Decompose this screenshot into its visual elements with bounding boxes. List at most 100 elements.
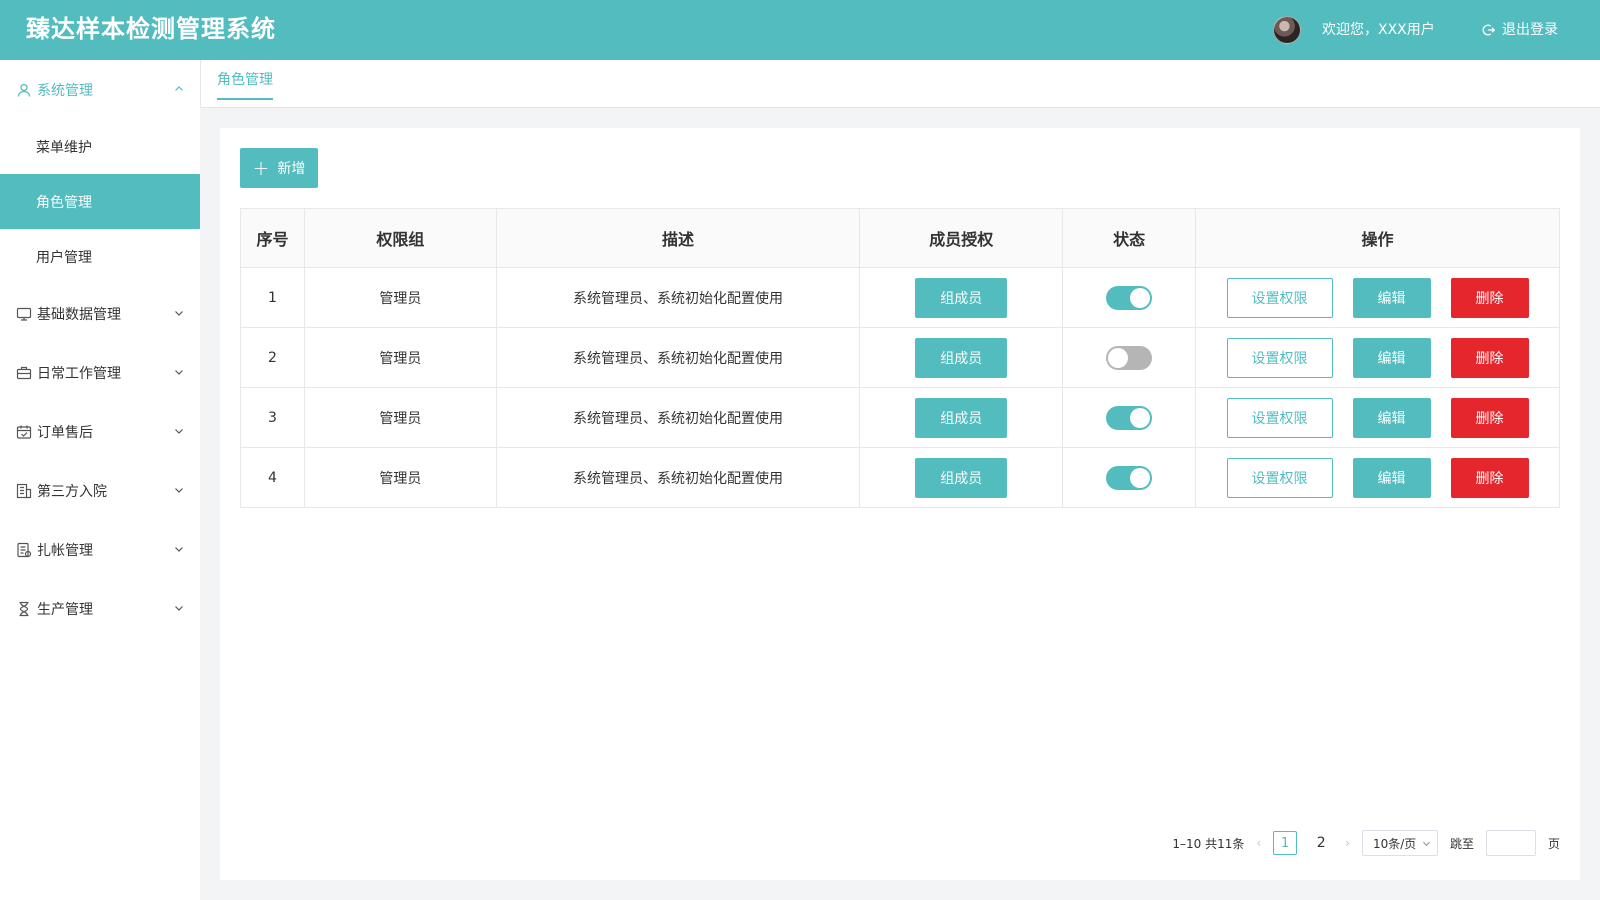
tab-role-management[interactable]: 角色管理 — [217, 70, 273, 100]
delete-button[interactable]: 删除 — [1450, 397, 1529, 438]
header-group: 权限组 — [303, 208, 497, 268]
roles-table: 序号 权限组 描述 成员授权 状态 操作 1 管理员 系统管理员、系统初始化配置… — [240, 208, 1560, 508]
members-button[interactable]: 组成员 — [915, 277, 1008, 318]
page-2[interactable]: 2 — [1309, 831, 1333, 855]
sidebar-item-label: 日常工作管理 — [37, 365, 121, 382]
header-status: 状态 — [1062, 208, 1197, 268]
cell-group: 管理员 — [303, 447, 497, 508]
logout-icon — [1482, 24, 1496, 36]
sidebar-item-basic-data[interactable]: 基础数据管理 — [0, 284, 200, 343]
delete-button[interactable]: 删除 — [1450, 277, 1529, 318]
chevron-down-icon — [175, 488, 183, 493]
sidebar-subitem-roles[interactable]: 角色管理 — [0, 174, 200, 229]
next-page-icon[interactable]: › — [1345, 836, 1350, 850]
cell-group: 管理员 — [303, 267, 497, 328]
sidebar-item-label: 系统管理 — [37, 82, 93, 99]
sidebar-item-label: 订单售后 — [37, 424, 93, 441]
sidebar-item-orders[interactable]: 订单售后 — [0, 402, 200, 461]
set-permissions-button[interactable]: 设置权限 — [1226, 457, 1333, 498]
edit-button[interactable]: 编辑 — [1352, 397, 1431, 438]
jump-page-input[interactable] — [1485, 830, 1536, 856]
add-button[interactable]: + 新增 — [240, 148, 318, 188]
members-button[interactable]: 组成员 — [915, 337, 1008, 378]
cell-description: 系统管理员、系统初始化配置使用 — [495, 447, 861, 508]
chevron-down-icon — [175, 311, 183, 316]
page-size-select[interactable]: 10条/页 — [1361, 830, 1438, 856]
header-description: 描述 — [495, 208, 861, 268]
hourglass-icon — [16, 601, 32, 617]
calendar-icon — [16, 424, 32, 440]
logout-button[interactable]: 退出登录 — [1482, 20, 1558, 40]
app-title: 臻达样本检测管理系统 — [26, 15, 276, 43]
ledger-icon — [16, 542, 32, 558]
sidebar-item-third-party[interactable]: 第三方入院 — [0, 461, 200, 520]
cell-description: 系统管理员、系统初始化配置使用 — [495, 327, 861, 388]
edit-button[interactable]: 编辑 — [1352, 277, 1431, 318]
monitor-icon — [16, 306, 32, 322]
briefcase-icon — [16, 365, 32, 381]
pagination-summary: 1–10 共11条 — [1172, 836, 1245, 851]
toggle-knob — [1130, 287, 1151, 308]
sidebar-item-label: 基础数据管理 — [37, 306, 121, 323]
main-content: + 新增 序号 权限组 描述 成员授权 状态 操作 1 管理员 系统管理员、系统… — [220, 128, 1580, 880]
header-member-auth: 成员授权 — [859, 208, 1064, 268]
header-index: 序号 — [240, 208, 305, 268]
table-header-row: 序号 权限组 描述 成员授权 状态 操作 — [240, 208, 1560, 268]
members-button[interactable]: 组成员 — [915, 457, 1008, 498]
cell-group: 管理员 — [303, 327, 497, 388]
page-suffix: 页 — [1547, 836, 1560, 851]
chevron-down-icon — [1422, 841, 1431, 846]
pagination: 1–10 共11条 ‹ 1 2 › 10条/页 跳至 页 — [1160, 830, 1560, 856]
sidebar-item-label: 扎帐管理 — [37, 542, 93, 559]
toggle-knob — [1130, 467, 1151, 488]
welcome-text: 欢迎您，XXX用户 — [1322, 22, 1435, 38]
set-permissions-button[interactable]: 设置权限 — [1226, 397, 1333, 438]
sidebar-item-label: 第三方入院 — [37, 483, 107, 500]
sidebar: 系统管理 菜单维护 角色管理 用户管理 基础数据管理 日常工作管理 订单售后 第… — [0, 60, 200, 900]
set-permissions-button[interactable]: 设置权限 — [1226, 337, 1333, 378]
prev-page-icon[interactable]: ‹ — [1256, 836, 1261, 850]
chevron-down-icon — [175, 547, 183, 552]
sidebar-subitem-users[interactable]: 用户管理 — [0, 229, 200, 284]
table-row: 4 管理员 系统管理员、系统初始化配置使用 组成员 设置权限 编辑 删除 — [240, 447, 1560, 508]
sidebar-subitem-menu[interactable]: 菜单维护 — [0, 119, 200, 174]
sidebar-item-label: 生产管理 — [37, 601, 93, 618]
chevron-down-icon — [175, 370, 183, 375]
top-header: 臻达样本检测管理系统 欢迎您，XXX用户 退出登录 — [0, 0, 1600, 60]
delete-button[interactable]: 删除 — [1450, 337, 1529, 378]
status-toggle[interactable] — [1106, 345, 1153, 370]
sidebar-item-production[interactable]: 生产管理 — [0, 579, 200, 638]
edit-button[interactable]: 编辑 — [1352, 337, 1431, 378]
user-icon — [16, 82, 32, 98]
members-button[interactable]: 组成员 — [915, 397, 1008, 438]
cell-description: 系统管理员、系统初始化配置使用 — [495, 267, 861, 328]
status-toggle[interactable] — [1106, 285, 1153, 310]
page-1[interactable]: 1 — [1273, 831, 1298, 855]
cell-group: 管理员 — [303, 387, 497, 448]
status-toggle[interactable] — [1106, 405, 1153, 430]
table-row: 1 管理员 系统管理员、系统初始化配置使用 组成员 设置权限 编辑 删除 — [240, 267, 1560, 328]
set-permissions-button[interactable]: 设置权限 — [1226, 277, 1333, 318]
sidebar-item-system[interactable]: 系统管理 — [0, 60, 200, 119]
header-actions: 操作 — [1195, 208, 1560, 268]
page-size-value: 10条/页 — [1372, 836, 1417, 851]
toggle-knob — [1108, 347, 1129, 368]
sidebar-item-ledger[interactable]: 扎帐管理 — [0, 520, 200, 579]
avatar[interactable] — [1273, 16, 1301, 44]
tab-bar: 角色管理 — [200, 60, 1600, 108]
jump-label: 跳至 — [1449, 836, 1474, 851]
chevron-up-icon — [175, 86, 183, 91]
cell-index: 4 — [240, 447, 305, 508]
edit-button[interactable]: 编辑 — [1352, 457, 1431, 498]
table-row: 2 管理员 系统管理员、系统初始化配置使用 组成员 设置权限 编辑 删除 — [240, 327, 1560, 388]
delete-button[interactable]: 删除 — [1450, 457, 1529, 498]
plus-icon: + — [252, 156, 270, 180]
table-row: 3 管理员 系统管理员、系统初始化配置使用 组成员 设置权限 编辑 删除 — [240, 387, 1560, 448]
cell-index: 2 — [240, 327, 305, 388]
cell-description: 系统管理员、系统初始化配置使用 — [495, 387, 861, 448]
logout-label: 退出登录 — [1502, 22, 1558, 38]
sidebar-item-daily-work[interactable]: 日常工作管理 — [0, 343, 200, 402]
add-button-label: 新增 — [277, 161, 306, 177]
status-toggle[interactable] — [1106, 465, 1153, 490]
chevron-down-icon — [175, 429, 183, 434]
